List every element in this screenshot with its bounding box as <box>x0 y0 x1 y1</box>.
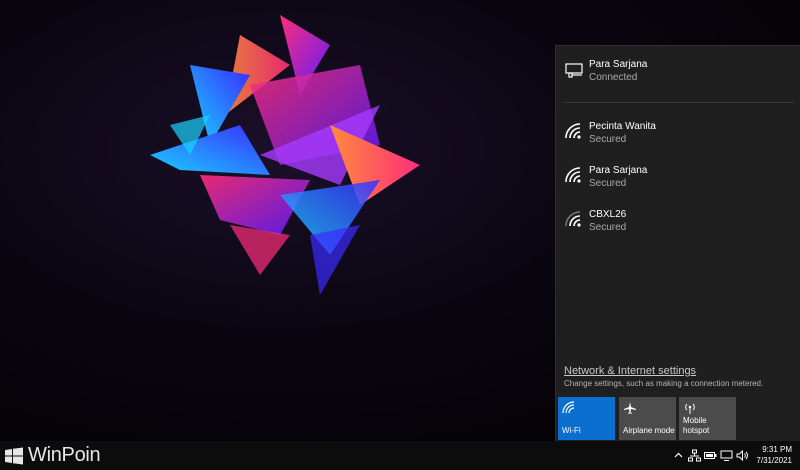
connected-network-item[interactable]: Para Sarjana Connected <box>556 54 800 98</box>
wifi-network-item[interactable]: Pecinta Wanita Secured <box>556 116 800 160</box>
wifi-network-status: Secured <box>589 222 627 233</box>
airplane-mode-tile[interactable]: Airplane mode <box>619 397 676 440</box>
wifi-network-item[interactable]: CBXL26 Secured <box>556 204 800 248</box>
wifi-tile-label: Wi-Fi <box>562 426 581 435</box>
clock-date: 7/31/2021 <box>756 456 792 465</box>
connected-network-name: Para Sarjana <box>589 59 648 70</box>
wifi-network-status: Secured <box>589 178 627 189</box>
display-icon[interactable] <box>720 449 733 462</box>
wifi-icon <box>562 401 575 414</box>
clock-time: 9:31 PM <box>762 445 792 454</box>
airplane-tile-label: Airplane mode <box>623 426 675 435</box>
wifi-network-name: CBXL26 <box>589 209 627 220</box>
hotspot-icon <box>685 403 695 414</box>
wifi-icon <box>565 167 581 183</box>
wifi-network-status: Secured <box>589 134 627 145</box>
wifi-network-name: Para Sarjana <box>589 165 648 176</box>
volume-icon[interactable] <box>736 449 749 462</box>
network-flyout: Para Sarjana Connected Pecinta Wanita Se… <box>555 45 800 441</box>
network-icon[interactable] <box>688 449 701 462</box>
mobile-hotspot-tile[interactable]: Mobile hotspot <box>679 397 736 440</box>
battery-icon[interactable] <box>704 449 717 462</box>
wifi-toggle-tile[interactable]: Wi-Fi <box>558 397 615 440</box>
wifi-network-item[interactable]: Para Sarjana Secured <box>556 160 800 204</box>
brand-text: WinPoin <box>28 444 101 466</box>
desktop: Para Sarjana Connected Pecinta Wanita Se… <box>0 0 800 441</box>
wifi-network-name: Pecinta Wanita <box>589 121 656 132</box>
wifi-icon <box>565 123 581 139</box>
windows-logo-icon <box>5 447 23 465</box>
taskbar-clock[interactable]: 9:31 PM 7/31/2021 <box>756 444 792 466</box>
wallpaper-art <box>150 15 420 295</box>
connected-network-status: Connected <box>589 72 638 83</box>
wifi-icon <box>565 211 581 227</box>
chevron-up-icon[interactable] <box>672 449 685 462</box>
network-settings-description: Change settings, such as making a connec… <box>564 379 764 388</box>
hotspot-tile-label: Mobile hotspot <box>683 416 710 435</box>
ethernet-icon <box>565 63 583 78</box>
taskbar: WinPoin 9:31 PM 7/31/2021 <box>0 441 800 470</box>
network-settings-link[interactable]: Network & Internet settings <box>564 365 696 377</box>
airplane-icon <box>624 402 636 414</box>
divider <box>564 102 794 103</box>
